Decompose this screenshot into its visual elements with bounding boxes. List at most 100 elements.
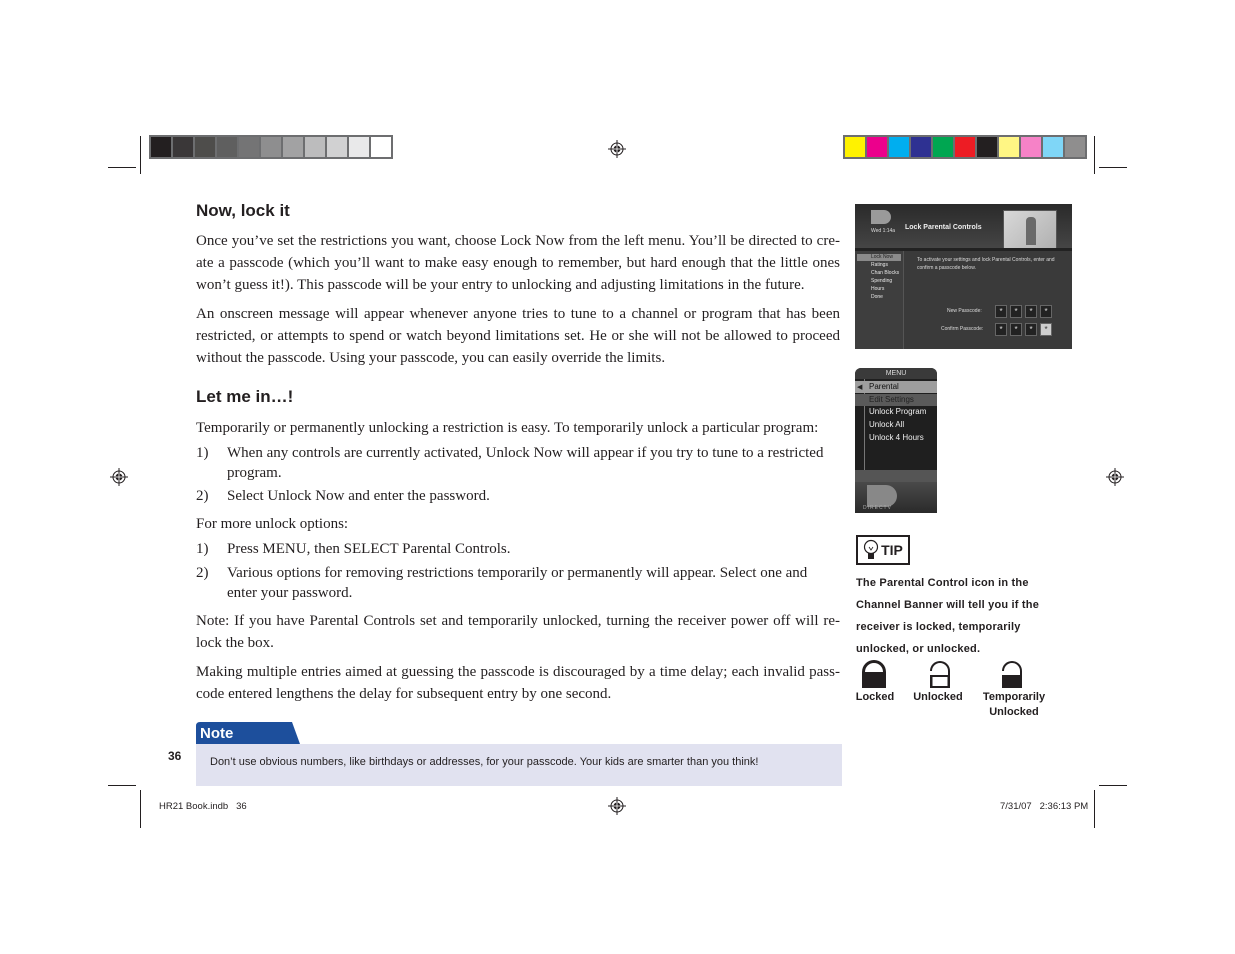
- menu-item: Unlock 4 Hours: [869, 432, 924, 442]
- color-swatch: [867, 137, 887, 157]
- parental-controls-screenshot: Wed 1:14a Lock Parental Controls Lock No…: [855, 204, 1072, 349]
- passcode-digit: *: [1025, 305, 1037, 318]
- crop-mark: [108, 167, 136, 168]
- passcode-digit: *: [1010, 323, 1022, 336]
- color-swatch: [327, 137, 347, 157]
- list-text: Press MENU, then SELECT Parental Control…: [227, 541, 511, 557]
- note-title: Note: [200, 725, 234, 742]
- directv-logo-icon: [871, 210, 891, 224]
- color-swatch: [955, 137, 975, 157]
- tv-time: Wed 1:14a: [871, 228, 896, 234]
- paragraph: Once you’ve set the restrictions you wan…: [196, 233, 840, 293]
- tv-menu: Lock Now Ratings Chan Blocks Spending Hours D…: [871, 253, 899, 301]
- color-swatch: [1065, 137, 1085, 157]
- tv-menu-item: Done: [871, 294, 883, 300]
- menu-list: Parental Edit Settings Unlock Program Unloc…: [869, 381, 926, 445]
- color-swatch: [151, 137, 171, 157]
- section-heading-let-me-in: Let me in…!: [196, 387, 294, 406]
- tv-title: Lock Parental Controls: [905, 224, 982, 231]
- locked-icon: [862, 660, 886, 688]
- list-text: Select Unlock Now and enter the password…: [227, 488, 490, 504]
- unlocked-icon: [930, 661, 950, 688]
- list-number: 2): [196, 565, 209, 581]
- crop-mark: [1094, 790, 1095, 828]
- color-swatch: [305, 137, 325, 157]
- menu-item: Unlock Program: [869, 407, 927, 417]
- tv-menu-item: Spending: [871, 278, 893, 284]
- color-swatch: [217, 137, 237, 157]
- color-swatch: [1043, 137, 1063, 157]
- tip-text: The Parental Control icon in the Channel…: [856, 577, 1040, 655]
- color-swatch: [173, 137, 193, 157]
- paragraph: An onscreen message will appear whenever…: [196, 306, 840, 366]
- color-swatch: [239, 137, 259, 157]
- tip-badge: TIP: [856, 535, 910, 565]
- unlocked-label: Unlocked: [913, 691, 963, 703]
- crop-mark: [140, 136, 141, 174]
- list-number: 1): [196, 445, 209, 461]
- confirm-passcode-field: * * * *: [995, 323, 1052, 336]
- registration-mark-icon: [608, 797, 626, 815]
- crop-mark: [108, 785, 136, 786]
- color-swatch: [845, 137, 865, 157]
- paragraph: For more unlock options:: [196, 516, 349, 532]
- page-number: 36: [168, 749, 182, 763]
- tv-menu-item: Chan Blocks: [871, 270, 900, 276]
- passcode-digit: *: [1010, 305, 1022, 318]
- list-number: 1): [196, 541, 209, 557]
- color-swatch: [911, 137, 931, 157]
- color-swatch: [1021, 137, 1041, 157]
- temporarily-unlocked-icon: [1002, 661, 1022, 688]
- color-swatch: [999, 137, 1019, 157]
- tv-menu-item: Hours: [871, 286, 885, 292]
- color-swatch: [371, 137, 391, 157]
- passcode-digit: *: [1040, 305, 1052, 318]
- temporarily-unlocked-label: Temporarily Unlocked: [982, 691, 1046, 718]
- lightbulb-icon: [864, 539, 879, 559]
- slug-file: HR21 Book.indb 36: [159, 801, 247, 812]
- crop-mark: [1094, 136, 1095, 174]
- registration-mark-icon: [1106, 468, 1124, 486]
- confirm-passcode-label: Confirm Passcode:: [941, 326, 984, 332]
- registration-mark-icon: [110, 468, 128, 486]
- color-swatch: [977, 137, 997, 157]
- paragraph: Temporarily or permanently unlocking a r…: [196, 420, 819, 436]
- slug-timestamp: 7/31/07 2:36:13 PM: [1000, 801, 1089, 812]
- section-heading-now-lock-it: Now, lock it: [196, 201, 290, 220]
- list-text: Various options for removing restriction…: [227, 565, 808, 601]
- tv-menu-item: Ratings: [871, 262, 888, 268]
- crop-mark: [1099, 785, 1127, 786]
- list-number: 2): [196, 488, 209, 504]
- color-swatch: [261, 137, 281, 157]
- color-swatch: [349, 137, 369, 157]
- crop-mark: [140, 790, 141, 828]
- color-swatch: [283, 137, 303, 157]
- menu-title: MENU: [855, 368, 937, 379]
- color-swatch: [889, 137, 909, 157]
- note-text: Don’t use obvious numbers, like birthday…: [210, 756, 759, 768]
- list-text: When any controls are currently activate…: [227, 445, 824, 481]
- passcode-digit: *: [1025, 323, 1037, 336]
- new-passcode-field: * * * *: [995, 305, 1052, 318]
- passcode-digit: *: [1040, 323, 1052, 336]
- tv-preview-image: [1003, 210, 1057, 250]
- menu-item: Parental: [869, 382, 899, 391]
- menu-brand: DIRECTV: [863, 505, 892, 511]
- tv-instruction: To activate your settings and lock Paren…: [917, 257, 1055, 271]
- registration-mark-icon: [608, 140, 626, 158]
- menu-arrow-icon: ◀: [857, 383, 863, 391]
- paragraph: Note: If you have Parental Controls set …: [196, 613, 840, 651]
- tv-menu-item: Lock Now: [871, 254, 893, 260]
- new-passcode-label: New Passcode:: [947, 308, 982, 314]
- menu-item: Unlock All: [869, 420, 905, 430]
- directv-logo-icon: [867, 485, 897, 507]
- menu-item: Edit Settings: [869, 394, 914, 404]
- menu-screenshot: MENU ◀ Parental Edit Settings Unlock Progr…: [855, 368, 937, 513]
- color-calibration-bar: [843, 135, 1087, 159]
- tip-label: TIP: [881, 542, 903, 558]
- locked-label: Locked: [855, 691, 895, 703]
- passcode-digit: *: [995, 305, 1007, 318]
- color-swatch: [195, 137, 215, 157]
- passcode-digit: *: [995, 323, 1007, 336]
- gray-calibration-bar: [149, 135, 393, 159]
